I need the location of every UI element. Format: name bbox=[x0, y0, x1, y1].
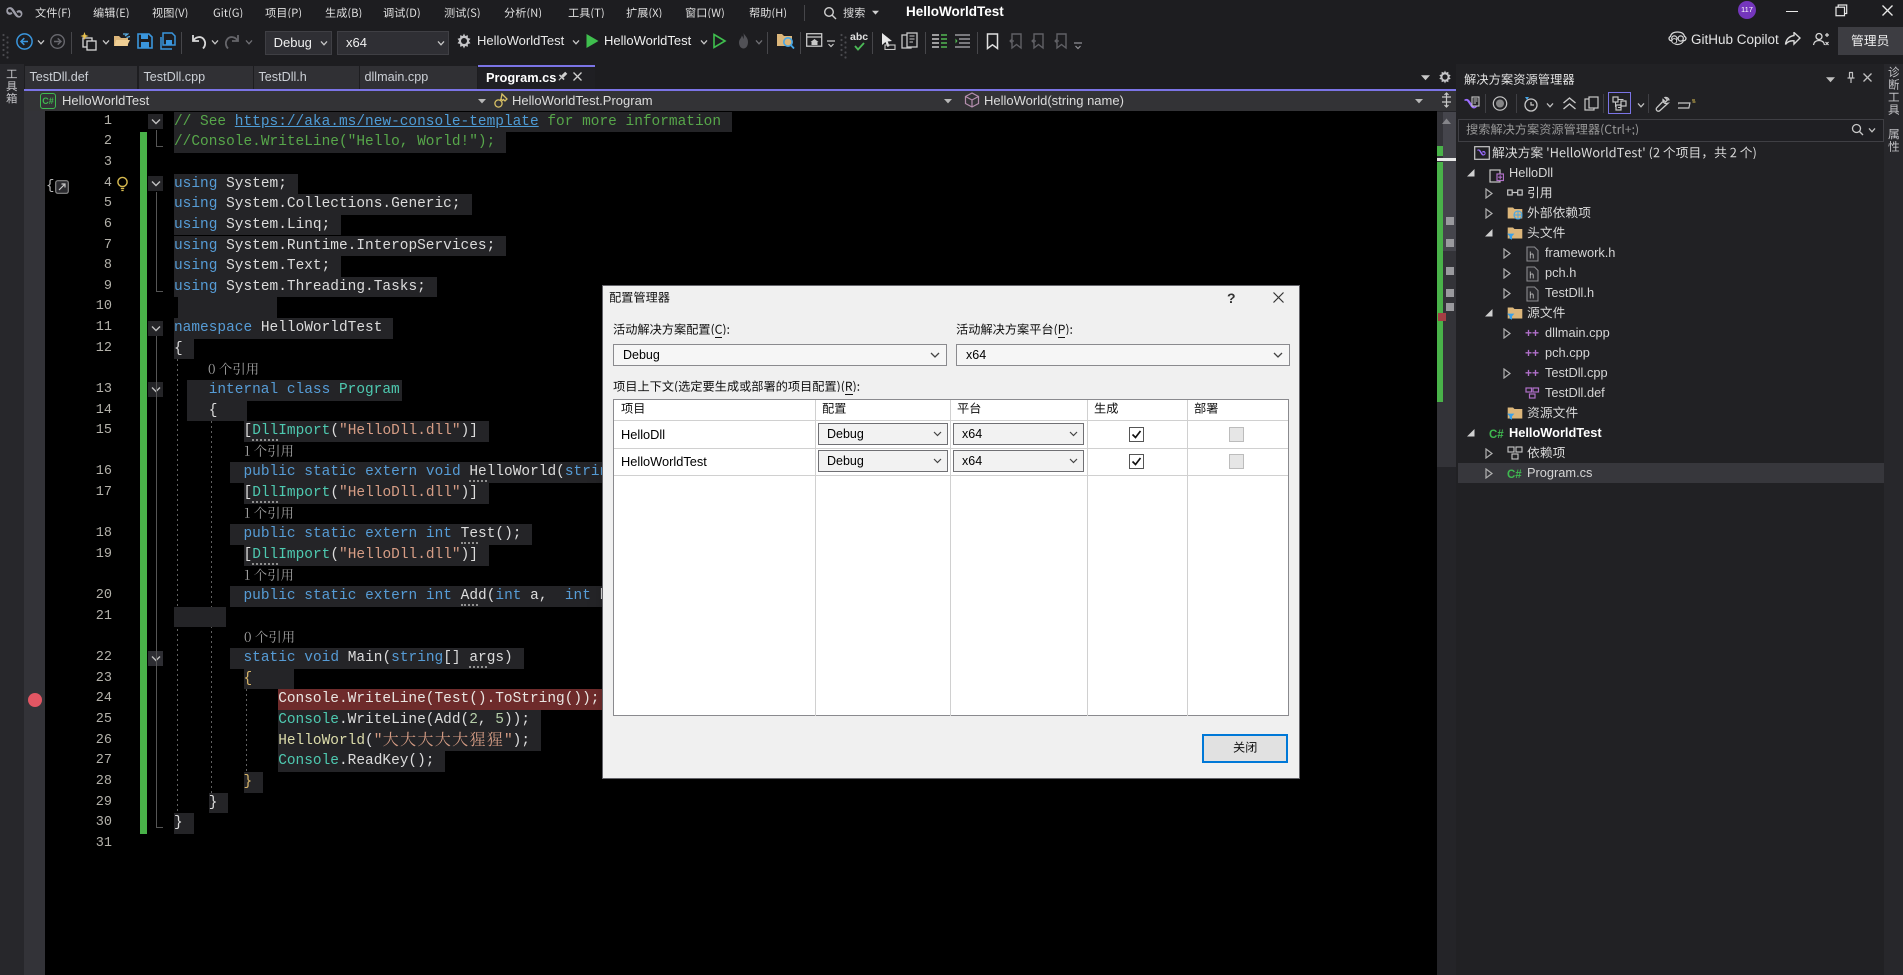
svg-text:C#: C# bbox=[1489, 429, 1504, 441]
svg-text:++: ++ bbox=[1525, 366, 1539, 380]
svg-text:h: h bbox=[1529, 251, 1534, 261]
svg-text:h: h bbox=[1529, 271, 1534, 281]
svg-text:++: ++ bbox=[1525, 326, 1539, 340]
svg-text:++: ++ bbox=[1525, 346, 1539, 360]
svg-text:h: h bbox=[1529, 291, 1534, 301]
svg-text:C#: C# bbox=[1507, 469, 1522, 481]
